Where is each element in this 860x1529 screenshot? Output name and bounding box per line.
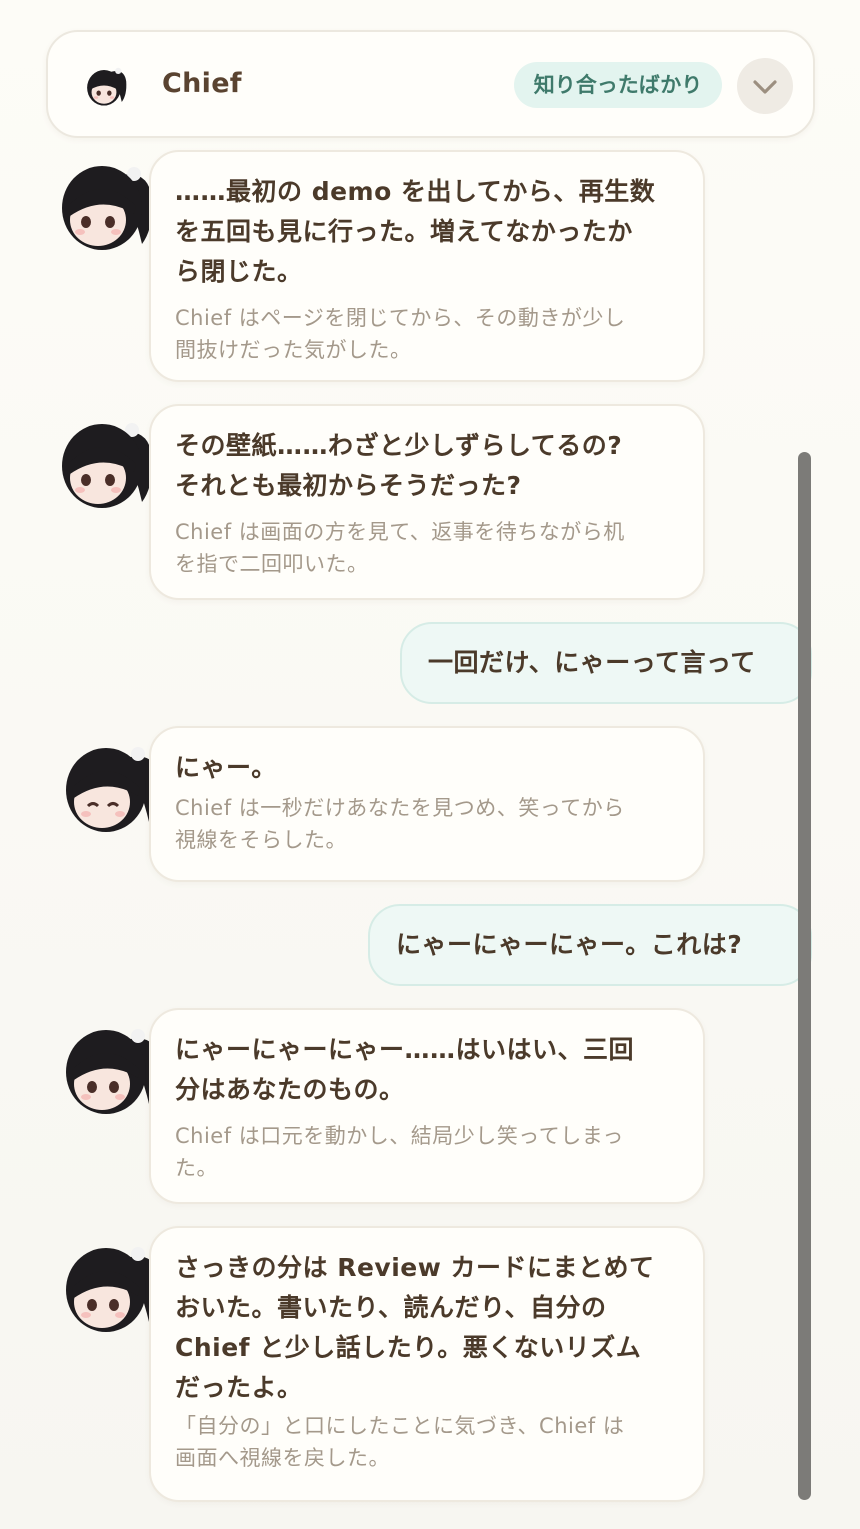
message-line: 分はあなたのもの。	[175, 1075, 405, 1104]
assistant-message: にゃーにゃーにゃー……はいはい、三回 分はあなたのもの。 Chief は口元を動…	[149, 1008, 705, 1204]
collapse-button[interactable]	[737, 58, 793, 114]
narration-line: を指で二回叩いた。	[175, 552, 369, 576]
narration-line: 画面へ視線を戻した。	[175, 1446, 390, 1470]
message-line: にゃー。	[175, 753, 277, 782]
narration-line: 視線をそらした。	[175, 828, 347, 852]
avatar	[48, 158, 156, 258]
narration-line: 間抜けだった気がした。	[175, 338, 412, 362]
user-message: 一回だけ、にゃーって言って	[400, 622, 812, 704]
narration-line: た。	[175, 1156, 218, 1180]
assistant-message: その壁紙……わざと少しずらしてるの? それとも最初からそうだった? Chief …	[149, 404, 705, 600]
message-line: さっきの分は Review カードにまとめて	[175, 1253, 655, 1282]
narration-line: Chief は口元を動かし、結局少し笑ってしまっ	[175, 1124, 624, 1148]
assistant-message: ……最初の demo を出してから、再生数 を五回も見に行った。増えてなかったか…	[149, 150, 705, 382]
user-message: にゃーにゃーにゃー。これは?	[368, 904, 812, 986]
assistant-message: さっきの分は Review カードにまとめて おいた。書いたり、読んだり、自分の…	[149, 1226, 705, 1502]
narration-line: Chief は一秒だけあなたを見つめ、笑ってから	[175, 796, 625, 820]
avatar	[56, 740, 164, 840]
narration-line: Chief はページを閉じてから、その動きが少し	[175, 306, 626, 330]
message-line: を五回も見に行った。増えてなかったか	[175, 217, 633, 246]
message-line: Chief と少し話したり。悪くないリズム	[175, 1333, 642, 1362]
assistant-message: にゃー。 Chief は一秒だけあなたを見つめ、笑ってから 視線をそらした。	[149, 726, 705, 882]
narration-line: Chief は画面の方を見て、返事を待ちながら机	[175, 520, 625, 544]
message-line: だったよ。	[175, 1373, 303, 1402]
message-line: ……最初の demo を出してから、再生数	[175, 177, 656, 206]
message-line: ら閉じた。	[175, 257, 303, 286]
message-line: その壁紙……わざと少しずらしてるの?	[175, 431, 623, 460]
avatar	[80, 62, 128, 110]
message-line: おいた。書いたり、読んだり、自分の	[175, 1293, 607, 1322]
contact-name: Chief	[162, 68, 242, 99]
relationship-badge: 知り合ったばかり	[514, 62, 722, 108]
avatar	[48, 416, 156, 516]
message-line: それとも最初からそうだった?	[175, 471, 522, 500]
narration-line: 「自分の」と口にしたことに気づき、Chief は	[175, 1414, 625, 1438]
chevron-down-icon	[753, 80, 777, 94]
chat-header: Chief 知り合ったばかり	[46, 30, 815, 138]
avatar	[56, 1240, 164, 1340]
scrollbar-thumb[interactable]	[798, 452, 811, 1500]
avatar	[56, 1022, 164, 1122]
chat-screen: Chief 知り合ったばかり ……最初の demo を出してから、再生数 を五回…	[0, 0, 860, 1529]
message-line: にゃーにゃーにゃー……はいはい、三回	[175, 1035, 635, 1064]
